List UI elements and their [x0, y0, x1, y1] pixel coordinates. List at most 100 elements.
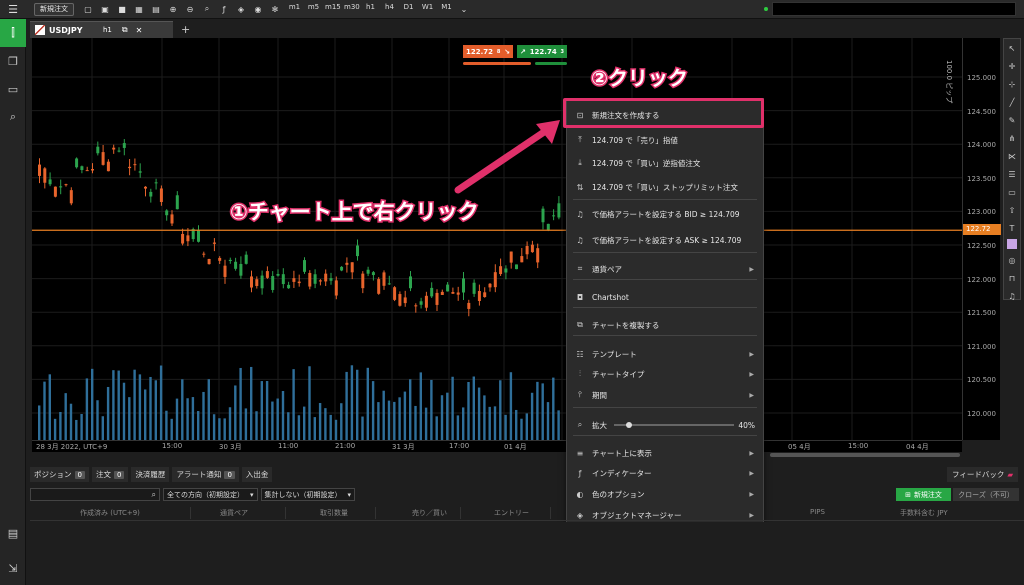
column-header[interactable]: PIPS [810, 508, 825, 516]
grid-layout-icon[interactable]: ▦ [133, 3, 145, 15]
text-icon[interactable]: T [1004, 219, 1020, 237]
aggregate-select[interactable]: 集計しない（初期設定） ▾ [260, 488, 356, 501]
menu-item-label: チャートを複製する [592, 320, 660, 330]
zoom-slider-knob[interactable] [626, 422, 632, 428]
crosshair-icon[interactable]: ✛ [1004, 57, 1020, 75]
single-window-icon[interactable]: ■ [116, 3, 128, 15]
chart-window-icon[interactable]: ▢ [82, 3, 94, 15]
tab-timeframe[interactable]: h1 [103, 26, 112, 34]
tab-positions[interactable]: ポジション 0 [30, 467, 89, 482]
menu-item-search[interactable]: ⌕ 拡大 40% [567, 415, 763, 435]
layers-icon[interactable]: ◈ [235, 3, 247, 15]
menu-item-list[interactable]: ≡ チャート上に表示 ▶ [567, 443, 763, 463]
brush-icon[interactable]: ✎ [1004, 111, 1020, 129]
tab-alerts[interactable]: アラート通知 0 [172, 467, 239, 482]
zoom-slider[interactable] [614, 424, 734, 426]
volume-bar [144, 389, 147, 440]
pitchfork-icon[interactable]: ⋉ [1004, 147, 1020, 165]
tab-orders[interactable]: 注文 0 [91, 467, 129, 482]
new-order-panel-button[interactable]: ⊞ 新規注文 [896, 488, 951, 501]
search-icon[interactable]: ⌕ [201, 3, 213, 15]
timeframe-h1[interactable]: h1 [363, 3, 378, 15]
menu-item-period[interactable]: ⫯ 期間 ▶ [567, 385, 763, 405]
chart-scrollbar[interactable] [770, 453, 960, 457]
price-axis[interactable]: 122.72 125.000 124.500 124.000 123.500 123.0… [962, 38, 1001, 440]
export-icon[interactable]: ⇲ [0, 554, 26, 582]
candle-body [387, 283, 391, 285]
calendar-icon[interactable]: ▤ [0, 519, 26, 547]
filter-search-input[interactable]: ⌕ [30, 488, 160, 501]
chevron-down-icon[interactable]: ⌄ [458, 3, 470, 15]
timeframe-w1[interactable]: W1 [420, 3, 435, 15]
zoom-out-icon[interactable]: ⊖ [184, 3, 196, 15]
column-header[interactable]: 作成済み (UTC+9) [80, 508, 140, 518]
arrow-icon[interactable]: ⇧ [1004, 201, 1020, 219]
price-label: 123.500 [967, 174, 996, 183]
tab-history[interactable]: 決済履歴 [131, 467, 170, 482]
menu-item-limit[interactable]: ⤒ 124.709 で「売り」指値 [567, 130, 763, 150]
menu-item-bell[interactable]: ♫ で価格アラートを設定する ASK ≥ 124.709 [567, 230, 763, 250]
cursor-icon[interactable]: ↖ [1004, 39, 1020, 57]
timeframe-m30[interactable]: m30 [344, 3, 360, 15]
column-header[interactable]: 取引数量 [320, 508, 348, 518]
menu-item-duplicate[interactable]: ⧉ チャートを複製する [567, 315, 763, 335]
chart-mode-icon[interactable]: ⫿ [0, 19, 26, 47]
timeframe-mn1[interactable]: M1 [439, 3, 454, 15]
tab-link-icon[interactable]: ⧉ [122, 25, 128, 35]
eye-icon[interactable]: ◉ [252, 3, 264, 15]
chart-tab-usdjpy[interactable]: USDJPY h1 ⧉ ✕ [30, 21, 173, 38]
split-layout-icon[interactable]: ▤ [150, 3, 162, 15]
timeframe-h4[interactable]: h4 [382, 3, 397, 15]
hline-icon[interactable]: ☰ [1004, 165, 1020, 183]
column-separator[interactable] [375, 507, 376, 519]
volume-bar [345, 371, 348, 440]
tab-deposit[interactable]: 入出金 [241, 467, 273, 482]
ask-quote-button[interactable]: ↗ 122.74 3 [517, 45, 567, 58]
time-axis[interactable]: 28 3月 2022, UTC+9 15:00 30 3月 11:00 21:00 31 … [32, 440, 962, 452]
trendline-icon[interactable]: ╱ [1004, 93, 1020, 111]
menu-item-candles[interactable]: ⫶ チャートタイプ ▶ [567, 364, 763, 384]
menu-item-bell[interactable]: ♫ で価格アラートを設定する BID ≥ 124.709 [567, 204, 763, 224]
column-header[interactable]: 通貨ペア [220, 508, 248, 518]
layout-icon[interactable]: ▣ [99, 3, 111, 15]
alert-bell-icon[interactable]: ♫ [1004, 287, 1020, 305]
timeframe-m1[interactable]: m1 [287, 3, 302, 15]
timeframe-d1[interactable]: D1 [401, 3, 416, 15]
magnifier-icon[interactable]: ⌕ [0, 103, 26, 131]
column-header[interactable]: 売り／買い [412, 508, 447, 518]
timeframe-m5[interactable]: m5 [306, 3, 321, 15]
column-separator[interactable] [460, 507, 461, 519]
documents-icon[interactable]: ❐ [0, 47, 26, 75]
menu-item-stop[interactable]: ⤓ 124.709 で「買い」逆指値注文 [567, 153, 763, 173]
fibonacci-icon[interactable]: ⋔ [1004, 129, 1020, 147]
color-swatch-icon[interactable] [1007, 239, 1017, 249]
settings-icon[interactable]: ✻ [269, 3, 281, 15]
column-separator[interactable] [550, 507, 551, 519]
zoom-in-icon[interactable]: ⊕ [167, 3, 179, 15]
chevron-down-icon: ▾ [347, 490, 352, 499]
column-header[interactable]: 手数料含む JPY [900, 508, 948, 518]
direction-select[interactable]: 全ての方向（初期設定） ▾ [163, 488, 258, 501]
timeframe-m15[interactable]: m15 [325, 3, 341, 15]
hamburger-menu-icon[interactable]: ☰ [0, 0, 26, 19]
feedback-button[interactable]: フィードバック ▰ [947, 467, 1019, 482]
menu-item-template[interactable]: ☷ テンプレート ▶ [567, 344, 763, 364]
column-header[interactable]: エントリー [494, 508, 529, 518]
menu-item-camera[interactable]: ◘ Chartshot [567, 287, 763, 307]
menu-item-stoplimit[interactable]: ⇅ 124.709 で「買い」ストップリミット注文 [567, 177, 763, 197]
terminal-icon[interactable]: ▭ [0, 75, 26, 103]
bid-quote-button[interactable]: 122.72 8 ↘ [463, 45, 513, 58]
candlestick-chart[interactable] [32, 38, 962, 440]
tab-close-icon[interactable]: ✕ [136, 26, 143, 35]
magnet-icon[interactable]: ◎ [1004, 251, 1020, 269]
measure-icon[interactable]: ⊹ [1004, 75, 1020, 93]
new-order-button[interactable]: 新規注文 [34, 2, 74, 16]
column-separator[interactable] [285, 507, 286, 519]
column-separator[interactable] [190, 507, 191, 519]
close-position-button[interactable]: クローズ（不可） [953, 488, 1019, 501]
indicator-icon[interactable]: ƒ [218, 3, 230, 15]
add-tab-icon[interactable]: + [181, 23, 190, 36]
menu-item-pair[interactable]: ⌗ 通貨ペア ▶ [567, 259, 763, 279]
lock-icon[interactable]: ⊓ [1004, 269, 1020, 287]
rectangle-icon[interactable]: ▭ [1004, 183, 1020, 201]
